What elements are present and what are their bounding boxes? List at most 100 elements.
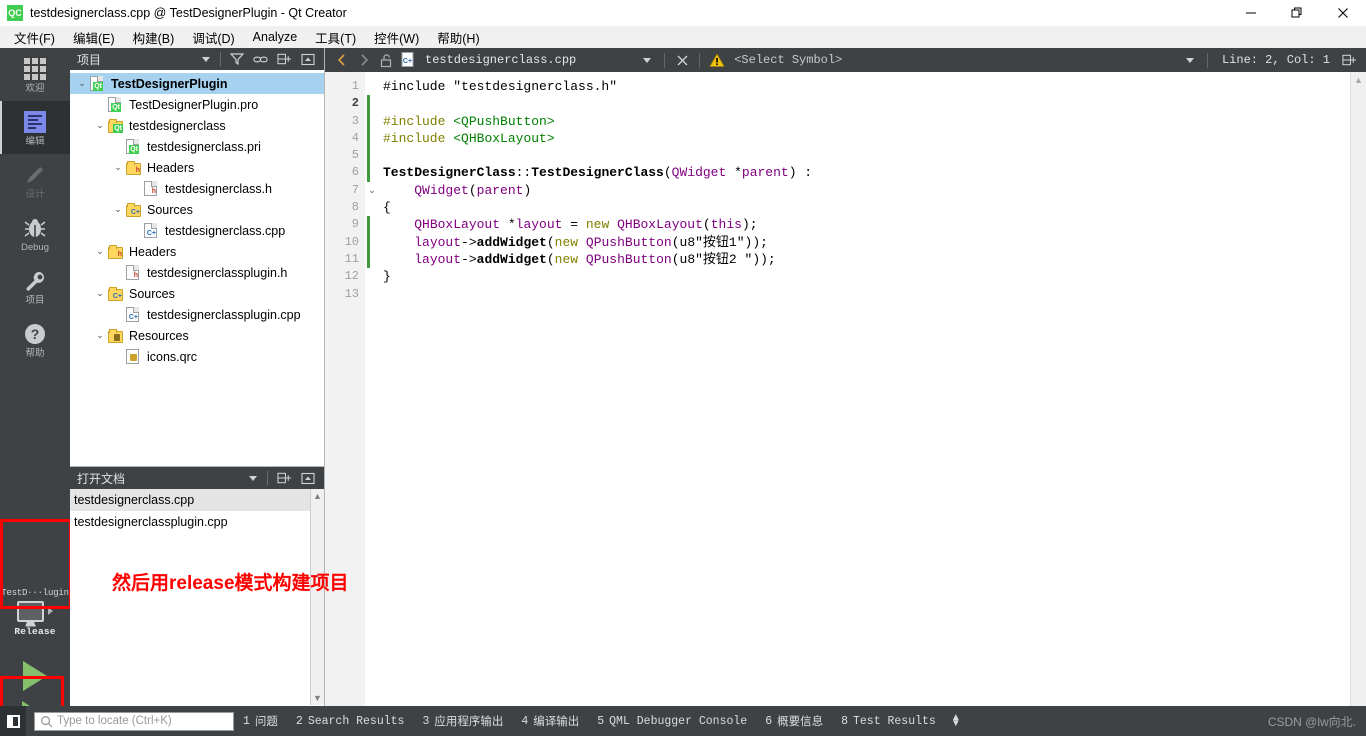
docs-close-panel-icon[interactable] xyxy=(301,472,315,485)
locator-input[interactable]: Type to locate (Ctrl+K) xyxy=(34,711,234,731)
document-list[interactable]: testdesignerclass.cpp testdesignerclasspl… xyxy=(70,489,324,705)
split-editor-icon[interactable] xyxy=(1338,48,1360,72)
filter-icon[interactable] xyxy=(230,52,244,66)
menu-analyze[interactable]: Analyze xyxy=(244,28,306,46)
close-icon[interactable] xyxy=(1320,0,1366,26)
minimize-icon[interactable] xyxy=(1228,0,1274,26)
chevron-down-icon[interactable]: ⌄ xyxy=(92,288,108,299)
documents-scrollbar[interactable]: ▲ ▼ xyxy=(310,489,324,705)
qt-file-icon: Qt xyxy=(126,139,142,155)
mode-projects[interactable]: 项目 xyxy=(0,260,70,313)
output-pane-button[interactable]: 5 QML Debugger Console xyxy=(588,715,756,728)
fold-marker-icon[interactable]: ⌄ xyxy=(365,182,379,199)
output-pane-button[interactable]: 3 应用程序输出 xyxy=(413,713,512,730)
symbol-selector[interactable]: <Select Symbol> xyxy=(734,53,842,67)
mode-debug[interactable]: Debug xyxy=(0,207,70,260)
output-pane-button[interactable]: 6 概要信息 xyxy=(756,713,832,730)
cpp-folder-icon: C+ xyxy=(126,202,142,218)
output-pane-spinner[interactable]: ▲ ▼ xyxy=(945,713,967,729)
close-document-icon[interactable] xyxy=(671,48,693,72)
tree-item[interactable]: h testdesignerclass.h xyxy=(70,178,324,199)
tree-item[interactable]: Qt testdesignerclass.pri xyxy=(70,136,324,157)
menu-build[interactable]: 构建(B) xyxy=(124,26,184,49)
scroll-down-icon[interactable]: ▼ xyxy=(313,691,322,705)
tree-item[interactable]: C+ testdesignerclassplugin.cpp xyxy=(70,304,324,325)
line-column-indicator[interactable]: Line: 2, Col: 1 xyxy=(1214,53,1338,67)
menu-tools[interactable]: 工具(T) xyxy=(306,26,365,49)
output-pane-button[interactable]: 4 编译输出 xyxy=(512,713,588,730)
tree-item[interactable]: h testdesignerclassplugin.h xyxy=(70,262,324,283)
panel-dropdown-icon[interactable] xyxy=(201,54,211,64)
warning-icon[interactable] xyxy=(706,48,728,72)
run-configuration-selector[interactable]: TestD···lugin Release xyxy=(0,568,70,656)
close-panel-icon[interactable] xyxy=(301,53,315,66)
tree-item[interactable]: ⌄ C+ Sources xyxy=(70,283,324,304)
toggle-sidebar-button[interactable] xyxy=(0,706,26,736)
question-icon: ? xyxy=(22,321,48,347)
tree-item[interactable]: icons.qrc xyxy=(70,346,324,367)
menu-debug[interactable]: 调试(D) xyxy=(183,26,243,49)
tree-item-label: testdesignerclassplugin.h xyxy=(147,265,288,280)
go-forward-icon[interactable] xyxy=(353,48,375,72)
desktop-target-icon xyxy=(17,600,53,622)
mode-design[interactable]: 设计 xyxy=(0,154,70,207)
fold-and-change-bar[interactable]: ⌄ xyxy=(365,72,379,706)
tree-item[interactable]: Qt TestDesignerPlugin.pro xyxy=(70,94,324,115)
editor-vertical-scrollbar[interactable]: ▲ xyxy=(1350,72,1366,706)
chevron-down-icon[interactable]: ⌄ xyxy=(110,162,126,173)
output-pane-number: 6 xyxy=(765,714,773,728)
chevron-down-icon[interactable]: ⌄ xyxy=(74,78,90,89)
tree-item-label: testdesignerclass.h xyxy=(165,181,273,196)
unlock-icon[interactable] xyxy=(375,48,397,72)
editor-filename[interactable]: testdesignerclass.cpp xyxy=(425,53,576,67)
mode-help[interactable]: ? 帮助 xyxy=(0,313,70,366)
menu-file[interactable]: 文件(F) xyxy=(5,26,64,49)
open-document-item[interactable]: testdesignerclassplugin.cpp xyxy=(70,511,324,533)
chevron-down-icon[interactable]: ⌄ xyxy=(110,204,126,215)
tree-item[interactable]: ⌄ Qt testdesignerclass xyxy=(70,115,324,136)
menu-edit[interactable]: 编辑(E) xyxy=(64,26,124,49)
mode-edit[interactable]: 编辑 xyxy=(0,101,70,154)
maximize-icon[interactable] xyxy=(1274,0,1320,26)
chevron-down-icon[interactable]: ⌄ xyxy=(92,120,108,131)
code-line: #include <QHBoxLayout> xyxy=(383,130,555,146)
link-icon[interactable] xyxy=(253,52,268,66)
scroll-up-icon[interactable]: ▲ xyxy=(313,489,322,503)
tree-item[interactable]: ⌄ h Headers xyxy=(70,241,324,262)
code-editor[interactable]: 1 2 3 4 5 6 7 8 9 10 11 12 13 ⌄ #include "testdesign… xyxy=(325,72,1366,706)
menu-window[interactable]: 控件(W) xyxy=(365,26,428,49)
chevron-down-icon[interactable]: ⌄ xyxy=(92,246,108,257)
code-line: layout->addWidget(new QPushButton(u8"按钮1… xyxy=(414,234,768,250)
tree-item[interactable]: ⌄ Resources xyxy=(70,325,324,346)
cpp-folder-icon: C+ xyxy=(108,286,124,302)
split-icon[interactable] xyxy=(277,52,292,66)
qt-folder-icon: Qt xyxy=(108,118,124,134)
tree-item[interactable]: ⌄ h Headers xyxy=(70,157,324,178)
tree-item[interactable]: ⌄ Qt TestDesignerPlugin xyxy=(70,73,324,94)
project-panel-toolbar xyxy=(201,52,320,66)
project-tree[interactable]: ⌄ Qt TestDesignerPlugin Qt TestDesignerPlugi… xyxy=(70,70,324,466)
output-pane-button[interactable]: 8 Test Results xyxy=(832,715,945,728)
docs-panel-header: 打开文档 xyxy=(70,467,324,489)
mode-welcome[interactable]: 欢迎 xyxy=(0,48,70,101)
docs-split-icon[interactable] xyxy=(277,471,292,485)
symbol-dropdown-icon[interactable] xyxy=(1179,48,1201,72)
source-code-text[interactable]: #include "testdesignerclass.h" #include … xyxy=(379,72,1366,706)
file-dropdown-icon[interactable] xyxy=(636,48,658,72)
output-pane-number: 1 xyxy=(243,714,250,728)
output-pane-button[interactable]: 2 Search Results xyxy=(287,715,414,728)
project-panel-title: 项目 xyxy=(77,52,102,67)
tree-item[interactable]: ⌄ C+ Sources xyxy=(70,199,324,220)
output-pane-button[interactable]: 1 问题 xyxy=(234,713,287,730)
mode-debug-label: Debug xyxy=(21,241,49,253)
chevron-down-icon[interactable]: ⌄ xyxy=(92,330,108,341)
go-back-icon[interactable] xyxy=(331,48,353,72)
run-button[interactable] xyxy=(0,656,70,696)
docs-dropdown-icon[interactable] xyxy=(248,473,258,483)
menu-help[interactable]: 帮助(H) xyxy=(428,26,488,49)
editor-scroll-up-icon[interactable]: ▲ xyxy=(1351,72,1366,85)
tree-item[interactable]: C+ testdesignerclass.cpp xyxy=(70,220,324,241)
open-document-item[interactable]: testdesignerclass.cpp xyxy=(70,489,324,511)
